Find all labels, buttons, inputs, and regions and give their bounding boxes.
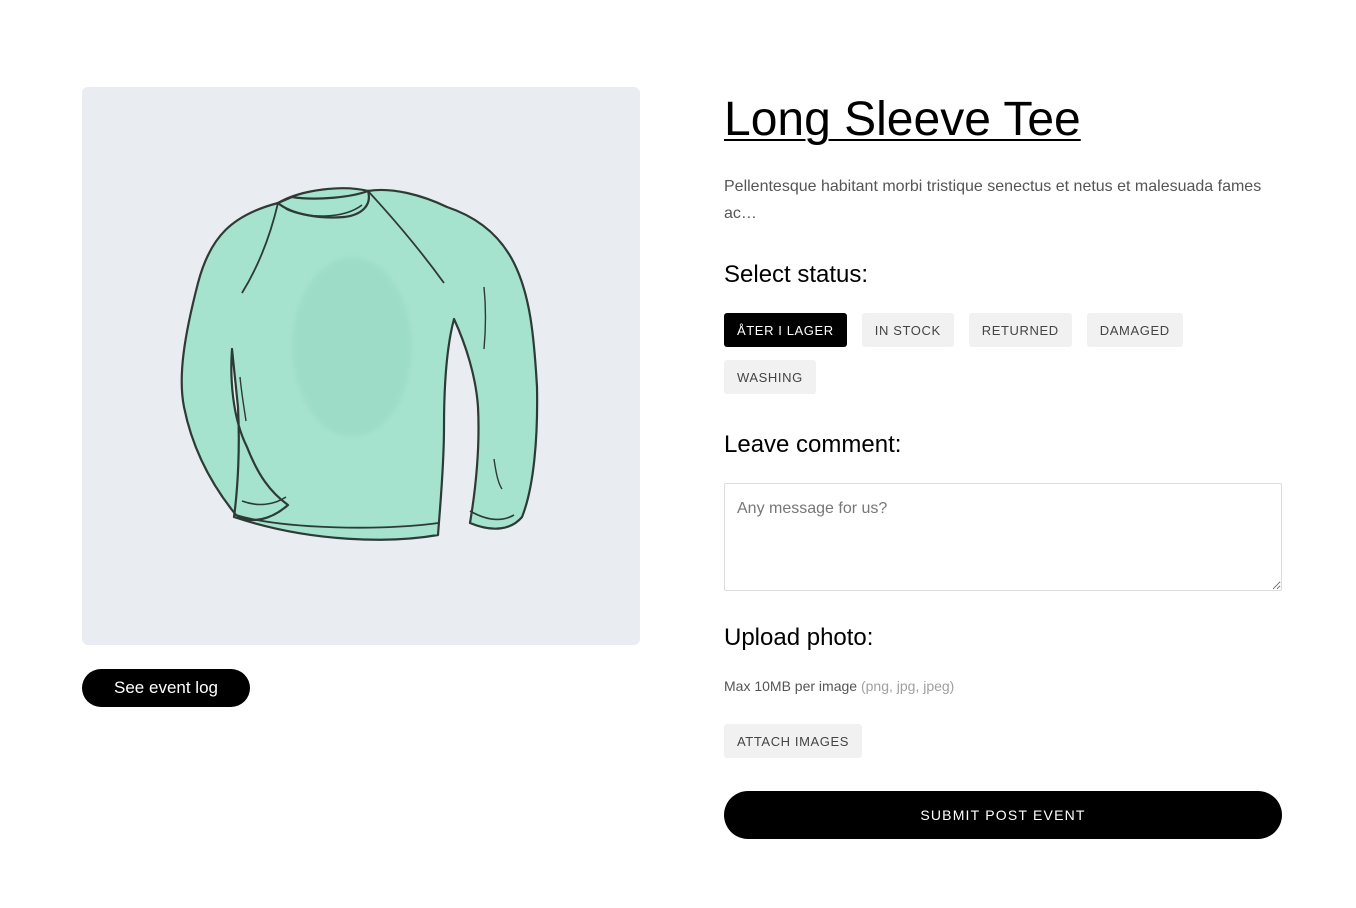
page: See event log Long Sleeve Tee Pellentesq… <box>0 0 1356 908</box>
status-options-row-2: WASHING <box>724 360 1284 394</box>
comment-textarea[interactable] <box>724 483 1282 591</box>
status-chip-returned[interactable]: RETURNED <box>968 313 1072 347</box>
product-description: Pellentesque habitant morbi tristique se… <box>724 178 1262 222</box>
upload-hint: Max 10MB per image (png, jpg, jpeg) <box>724 678 954 694</box>
status-chip-damaged[interactable]: DAMAGED <box>1086 313 1183 347</box>
leave-comment-label: Leave comment: <box>724 431 902 458</box>
status-options-row-1: ÅTER I LAGER IN STOCK RETURNED DAMAGED <box>724 313 1284 347</box>
upload-size-hint: Max 10MB per image <box>724 678 858 694</box>
status-chip-ater-i-lager[interactable]: ÅTER I LAGER <box>724 313 847 347</box>
select-status-label: Select status: <box>724 261 869 288</box>
status-chip-in-stock[interactable]: IN STOCK <box>861 313 954 347</box>
product-title[interactable]: Long Sleeve Tee <box>724 92 1081 147</box>
status-chip-washing[interactable]: WASHING <box>724 360 816 394</box>
attach-images-button[interactable]: ATTACH IMAGES <box>724 724 863 758</box>
see-event-log-button[interactable]: See event log <box>82 669 250 707</box>
product-image <box>82 87 640 645</box>
submit-post-event-button[interactable]: SUBMIT POST EVENT <box>724 791 1282 839</box>
upload-file-types: (png, jpg, jpeg) <box>860 678 955 694</box>
long-sleeve-shirt-icon <box>180 187 539 541</box>
upload-photo-label: Upload photo: <box>724 624 874 651</box>
